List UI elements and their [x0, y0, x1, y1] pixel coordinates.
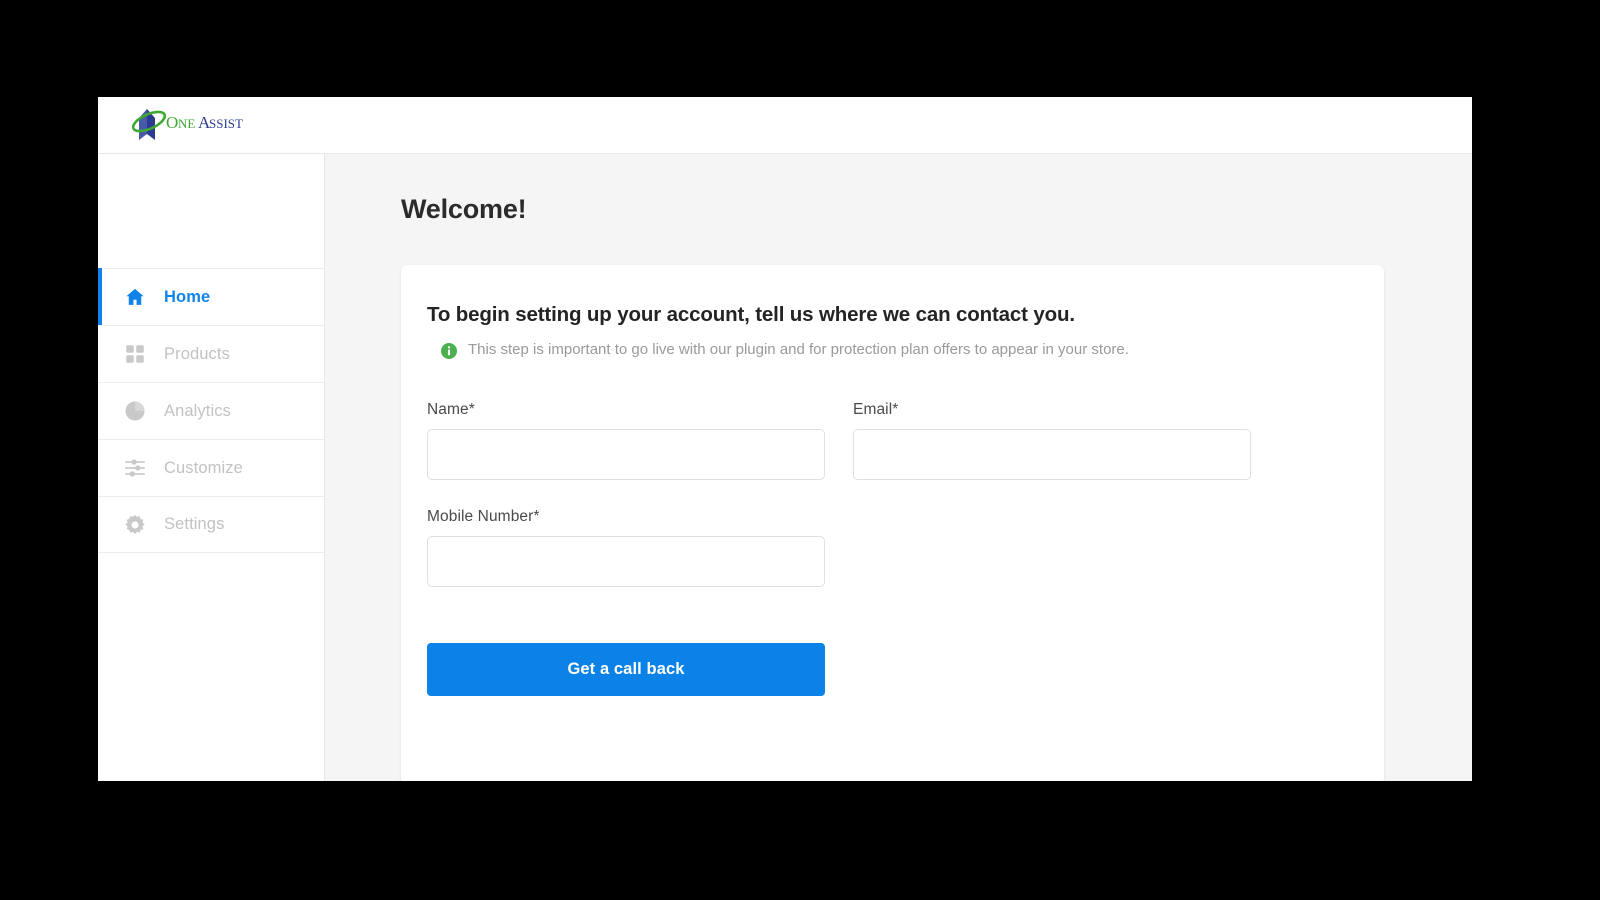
sidebar-item-label: Home	[164, 287, 211, 306]
name-input[interactable]	[427, 429, 825, 480]
contact-form: Name* Email* Mobile Number* Get a call b…	[427, 401, 1350, 696]
mobile-input[interactable]	[427, 536, 825, 587]
pie-chart-icon	[122, 398, 148, 424]
sidebar-item-label: Settings	[164, 515, 225, 533]
form-row-2: Mobile Number*	[427, 508, 1350, 587]
get-a-call-back-button[interactable]: Get a call back	[427, 643, 825, 696]
field-mobile: Mobile Number*	[427, 508, 825, 587]
email-input[interactable]	[853, 429, 1251, 480]
info-note: This step is important to go live with o…	[441, 341, 1350, 359]
name-label: Name*	[427, 401, 475, 418]
svg-text:O: O	[166, 113, 178, 132]
app-window: O NE A SSIST Home Products Analytics Cus…	[98, 97, 1472, 781]
field-email: Email*	[853, 401, 1251, 480]
home-icon	[122, 284, 148, 310]
top-header-bar: O NE A SSIST	[98, 97, 1472, 154]
body-split: Home Products Analytics Customize Settin…	[98, 154, 1472, 781]
sidebar-item-customize[interactable]: Customize	[98, 439, 324, 496]
gear-icon	[122, 512, 148, 538]
sidebar-item-label: Customize	[164, 458, 243, 477]
grid-icon	[122, 341, 148, 367]
form-row-1: Name* Email*	[427, 401, 1350, 480]
field-name: Name*	[427, 401, 825, 480]
sidebar-navigation: Home Products Analytics Customize Settin…	[98, 154, 325, 781]
info-note-text: This step is important to go live with o…	[468, 341, 1129, 358]
svg-text:NE: NE	[178, 116, 195, 131]
info-circle-icon	[441, 343, 457, 359]
sidebar-item-label: Analytics	[164, 401, 231, 420]
sidebar-item-home[interactable]: Home	[98, 268, 324, 325]
sliders-icon	[122, 455, 148, 481]
oneassist-swoosh-logo: O NE A SSIST	[131, 109, 243, 140]
card-heading: To begin setting up your account, tell u…	[427, 303, 1075, 326]
sidebar-item-label: Products	[164, 344, 230, 363]
oneassist-logo[interactable]: O NE A SSIST	[130, 105, 248, 145]
main-content: Welcome! To begin setting up your accoun…	[325, 154, 1472, 781]
mobile-label: Mobile Number*	[427, 508, 540, 525]
svg-text:SSIST: SSIST	[209, 116, 243, 131]
page-title: Welcome!	[401, 194, 527, 224]
email-label: Email*	[853, 401, 899, 418]
sidebar-item-settings[interactable]: Settings	[98, 496, 324, 553]
sidebar-item-analytics[interactable]: Analytics	[98, 382, 324, 439]
sidebar-item-products[interactable]: Products	[98, 325, 324, 382]
onboarding-contact-card: To begin setting up your account, tell u…	[401, 265, 1384, 781]
